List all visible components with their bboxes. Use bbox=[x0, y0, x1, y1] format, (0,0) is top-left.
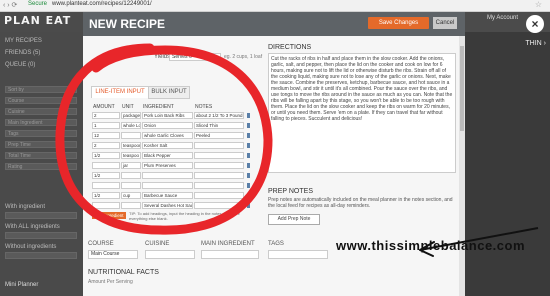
red-circle-annotation bbox=[55, 43, 273, 235]
watermark-text: www.thissimplebalance.com bbox=[336, 238, 526, 253]
